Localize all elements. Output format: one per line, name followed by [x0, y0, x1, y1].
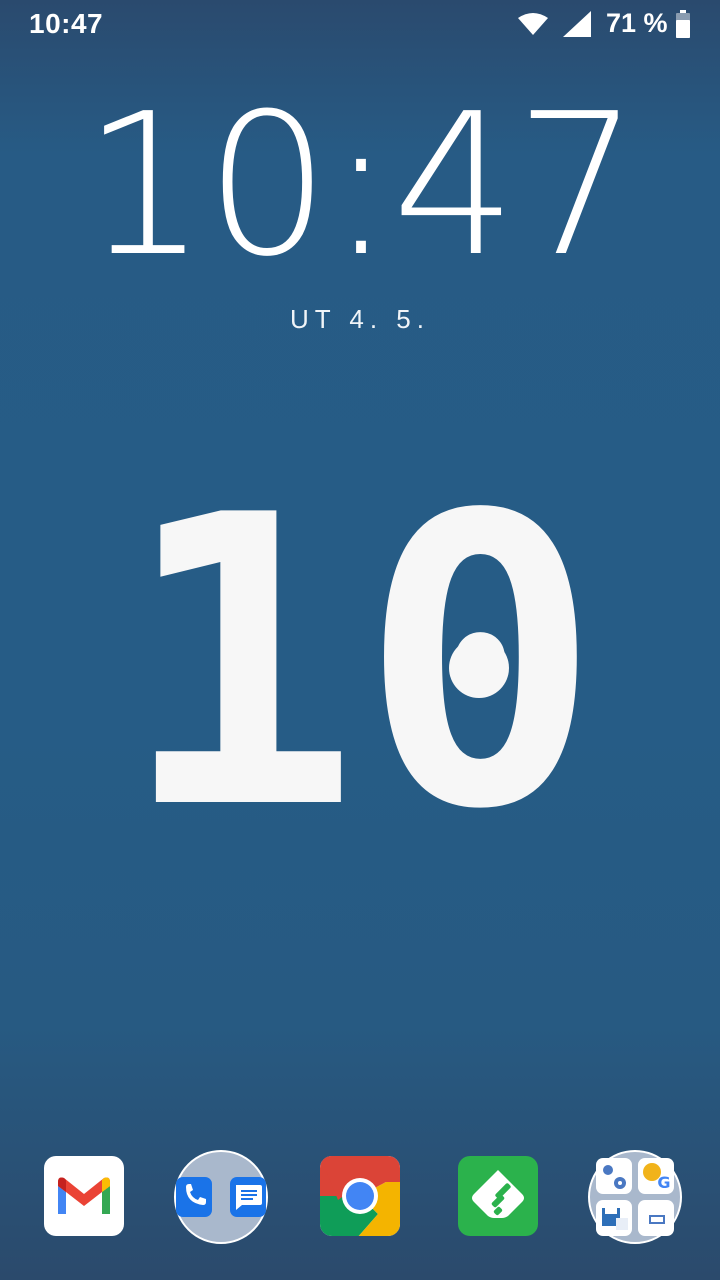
dock: G	[0, 1150, 720, 1246]
wifi-icon	[518, 13, 548, 35]
svg-text:G: G	[657, 1173, 670, 1192]
tools-folder-icon[interactable]: G	[588, 1150, 682, 1244]
phone-messages-folder-icon[interactable]	[174, 1150, 268, 1244]
lock-clock: 10:47	[82, 72, 640, 300]
hour-widget[interactable]: 10	[0, 432, 720, 897]
status-time: 10:47	[29, 8, 104, 39]
cell-signal-icon	[563, 11, 591, 37]
battery-percent: 71 %	[606, 8, 668, 38]
battery-icon	[676, 10, 690, 38]
hour-widget-dot	[449, 638, 509, 698]
feedly-icon[interactable]	[458, 1156, 538, 1236]
status-bar: 10:47 71 %	[0, 0, 720, 50]
gmail-icon[interactable]	[44, 1156, 124, 1236]
lock-date: UT 4. 5.	[289, 304, 430, 334]
chrome-icon[interactable]	[320, 1156, 400, 1236]
hour-widget-digits: 10	[119, 490, 601, 830]
hour-widget-graphic: 10	[119, 432, 601, 897]
